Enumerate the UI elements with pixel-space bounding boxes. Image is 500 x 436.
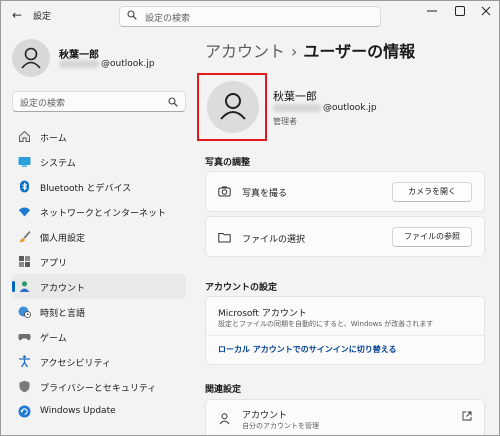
sidebar-item-accounts[interactable]: アカウント xyxy=(12,274,186,299)
user-email: @outlook.jp xyxy=(323,103,377,113)
sidebar-item-network[interactable]: ネットワークとインターネット xyxy=(12,199,186,224)
sidebar-avatar[interactable] xyxy=(12,39,50,77)
take-photo-card: 写真を撮る カメラを開く xyxy=(205,171,485,212)
apps-icon xyxy=(19,256,30,267)
person-icon xyxy=(21,47,41,69)
section-title-related: 関連設定 xyxy=(205,385,242,395)
sidebar-item-label: アクセシビリティ xyxy=(40,359,112,369)
home-icon xyxy=(19,130,30,142)
section-title-photo: 写真の調整 xyxy=(205,158,251,168)
camera-icon xyxy=(218,186,231,197)
microsoft-account-card: Microsoft アカウント 設定とファイルの同期を自動的にすると、Windo… xyxy=(205,296,485,365)
browse-files-button[interactable]: ファイルの参照 xyxy=(392,227,472,247)
sidebar-item-bluetooth[interactable]: Bluetooth とデバイス xyxy=(12,174,186,199)
maximize-button[interactable] xyxy=(453,4,467,18)
sidebar-item-label: Bluetooth とデバイス xyxy=(40,184,132,194)
divider xyxy=(206,335,484,336)
person-icon xyxy=(219,413,230,425)
choose-file-label: ファイルの選択 xyxy=(242,235,306,245)
user-role: 管理者 xyxy=(273,117,297,126)
highlighted-avatar-frame xyxy=(197,73,267,141)
gamepad-icon xyxy=(18,334,31,341)
close-button[interactable] xyxy=(479,4,493,18)
section-title-account-settings: アカウントの設定 xyxy=(205,283,278,293)
bluetooth-icon xyxy=(20,180,29,193)
sidebar-item-label: 時刻と言語 xyxy=(40,309,86,319)
sidebar-nav: ホーム システム Bluetooth とデバイス ネットワークとインターネット … xyxy=(12,124,186,424)
update-icon xyxy=(18,405,31,418)
sidebar-item-label: システム xyxy=(40,159,76,169)
sidebar-item-label: ゲーム xyxy=(40,334,67,344)
breadcrumb-parent[interactable]: アカウント xyxy=(205,42,285,61)
breadcrumb: アカウント › ユーザーの情報 xyxy=(205,38,415,62)
breadcrumb-separator: › xyxy=(291,42,298,61)
page-title: ユーザーの情報 xyxy=(303,42,416,61)
title-bar: ← 設定 設定の検索 xyxy=(1,1,499,31)
sidebar-item-label: 個人用設定 xyxy=(40,234,86,244)
folder-icon xyxy=(218,233,231,243)
sidebar-item-accessibility[interactable]: アクセシビリティ xyxy=(12,349,186,374)
brush-icon xyxy=(19,231,31,243)
sidebar-item-windows-update[interactable]: Windows Update xyxy=(12,399,186,424)
sidebar-user-email: @outlook.jp xyxy=(101,59,155,69)
search-icon xyxy=(168,97,178,107)
user-avatar[interactable] xyxy=(207,81,259,133)
user-name: 秋葉一郎 xyxy=(273,90,317,103)
sidebar-item-label: Windows Update xyxy=(40,406,116,416)
accessibility-icon xyxy=(19,355,30,368)
wifi-icon xyxy=(18,207,31,217)
sidebar-item-time-language[interactable]: 時刻と言語 xyxy=(12,299,186,324)
sidebar-item-apps[interactable]: アプリ xyxy=(12,249,186,274)
top-search-placeholder: 設定の検索 xyxy=(145,14,191,24)
search-icon xyxy=(127,10,137,20)
related-accounts-card[interactable]: アカウント 自分のアカウントを管理 xyxy=(205,399,485,435)
sidebar-search-placeholder: 設定の検索 xyxy=(20,99,66,109)
top-search-box[interactable]: 設定の検索 xyxy=(119,6,381,27)
microsoft-account-title: Microsoft アカウント xyxy=(218,309,307,319)
sidebar-item-personalization[interactable]: 個人用設定 xyxy=(12,224,186,249)
app-title: 設定 xyxy=(33,12,52,22)
accounts-icon xyxy=(19,281,30,292)
choose-file-card: ファイルの選択 ファイルの参照 xyxy=(205,216,485,257)
switch-to-local-account-link[interactable]: ローカル アカウントでのサインインに切り替える xyxy=(218,344,397,355)
sidebar-item-label: アカウント xyxy=(40,284,86,294)
minimize-button[interactable] xyxy=(425,4,439,18)
sidebar-item-privacy[interactable]: プライバシーとセキュリティ xyxy=(12,374,186,399)
system-icon xyxy=(18,157,31,167)
sidebar-item-label: プライバシーとセキュリティ xyxy=(40,384,157,394)
related-accounts-desc: 自分のアカウントを管理 xyxy=(242,422,319,430)
sidebar-item-system[interactable]: システム xyxy=(12,149,186,174)
sidebar-item-gaming[interactable]: ゲーム xyxy=(12,324,186,349)
external-link-icon xyxy=(462,411,472,421)
sidebar-search-box[interactable]: 設定の検索 xyxy=(12,91,186,112)
person-icon xyxy=(220,93,246,120)
sidebar-item-label: ネットワークとインターネット xyxy=(40,209,167,219)
sidebar-item-home[interactable]: ホーム xyxy=(12,124,186,149)
sidebar-item-label: ホーム xyxy=(40,134,67,144)
settings-window: ← 設定 設定の検索 秋葉一郎 @outlook.jp 設定の検索 ホーム シス… xyxy=(0,0,500,436)
microsoft-account-desc: 設定とファイルの同期を自動的にすると、Windows が改善されます xyxy=(218,320,434,328)
take-photo-label: 写真を撮る xyxy=(242,189,288,199)
related-accounts-title: アカウント xyxy=(242,411,288,421)
back-button[interactable]: ← xyxy=(9,7,25,23)
globe-clock-icon xyxy=(18,306,31,318)
open-camera-button[interactable]: カメラを開く xyxy=(392,182,472,202)
sidebar-item-label: アプリ xyxy=(40,259,68,269)
shield-icon xyxy=(19,380,30,393)
